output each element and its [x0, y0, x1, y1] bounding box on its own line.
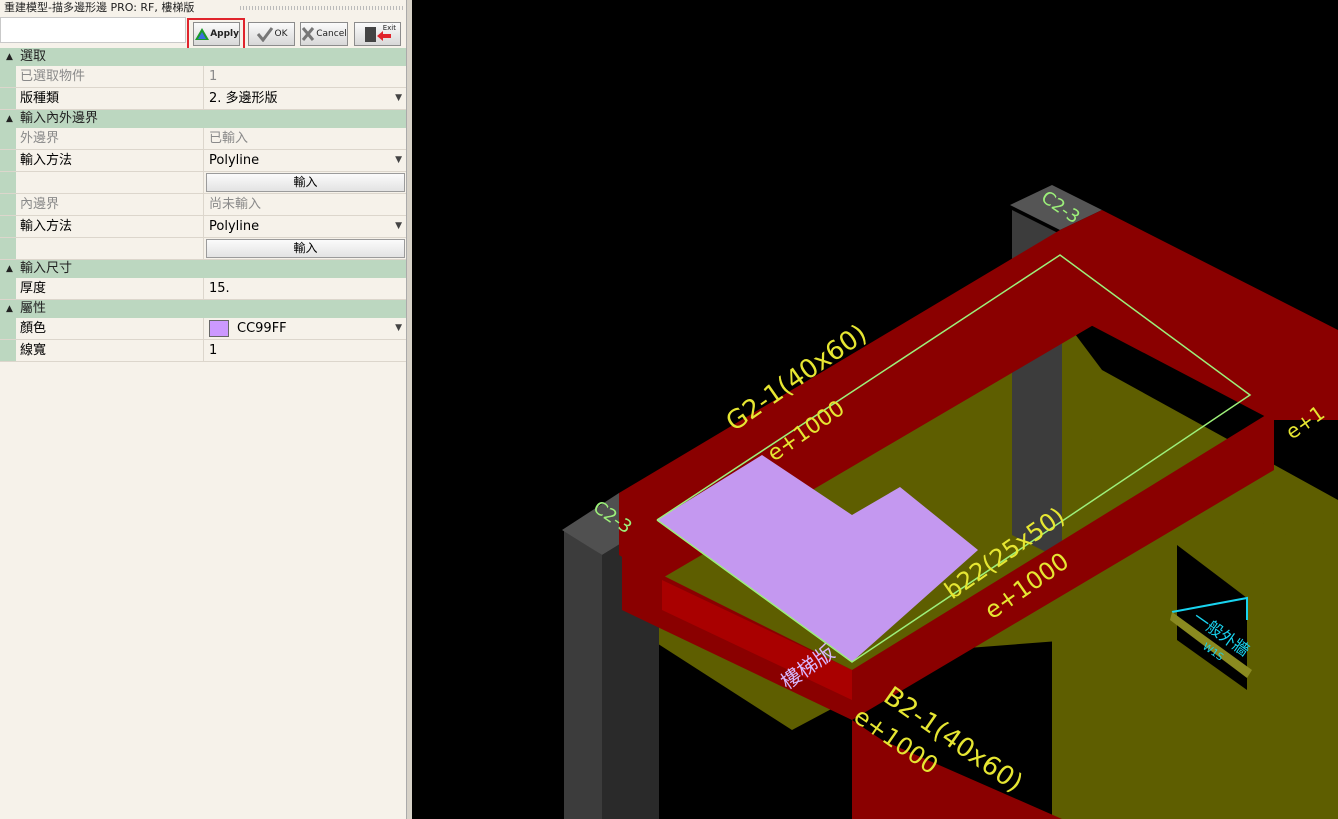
category-label: 屬性 — [20, 301, 47, 316]
model-canvas[interactable]: G2-1(40x60) e+1000 b22(25x50) e+1000 B2-… — [412, 0, 1338, 819]
color-value: CC99FF — [237, 321, 287, 336]
apply-button[interactable]: Apply — [193, 22, 240, 46]
property-value: 已輸入 — [209, 131, 249, 146]
exit-label: Exit — [382, 24, 396, 32]
row-color[interactable]: 顏色 CC99FF ▼ — [0, 318, 406, 340]
row-linewidth[interactable]: 線寬 1 — [0, 340, 406, 362]
outer-input-button[interactable]: 輸入 — [206, 173, 405, 192]
title-grip[interactable] — [240, 6, 403, 10]
property-name: 線寬 — [16, 340, 204, 361]
category-select[interactable]: ▲ 選取 — [0, 48, 406, 66]
category-boundary[interactable]: ▲ 輸入內外邊界 — [0, 110, 406, 128]
color-swatch — [209, 320, 229, 337]
category-label: 選取 — [20, 49, 47, 64]
apply-icon — [195, 28, 209, 40]
category-size[interactable]: ▲ 輸入尺寸 — [0, 260, 406, 278]
dropdown-arrow-icon[interactable]: ▼ — [395, 216, 402, 237]
property-grid: ▲ 選取 已選取物件 1 版種類 2. 多邊形版 ▼ ▲ 輸入內外邊界 外邊界 已… — [0, 48, 406, 362]
dropdown-arrow-icon[interactable]: ▼ — [395, 88, 402, 109]
inner-method-select[interactable]: Polyline ▼ — [205, 216, 406, 237]
row-selected-count: 已選取物件 1 — [0, 66, 406, 88]
cancel-x-icon — [302, 27, 315, 41]
property-value: 1 — [209, 69, 218, 84]
cancel-label: Cancel — [316, 29, 347, 39]
cancel-button[interactable]: Cancel — [300, 22, 348, 46]
property-panel: 重建模型-描多邊形邊 PRO: RF, 樓梯版 Apply OK Cancel … — [0, 0, 412, 819]
ok-button[interactable]: OK — [248, 22, 295, 46]
row-slab-type[interactable]: 版種類 2. 多邊形版 ▼ — [0, 88, 406, 110]
property-name-empty — [16, 172, 204, 193]
row-outer-input: 輸入 — [0, 172, 406, 194]
outer-method-select[interactable]: Polyline ▼ — [205, 150, 406, 171]
dropdown-arrow-icon[interactable]: ▼ — [395, 150, 402, 171]
slab-type-value: 2. 多邊形版 — [209, 91, 278, 106]
exit-button[interactable]: Exit — [354, 22, 401, 46]
command-input[interactable] — [0, 17, 186, 43]
property-name-empty — [16, 238, 204, 259]
inner-method-value: Polyline — [209, 219, 260, 234]
property-name: 已選取物件 — [16, 66, 204, 87]
category-label: 輸入內外邊界 — [20, 111, 99, 126]
3d-viewport[interactable]: G2-1(40x60) e+1000 b22(25x50) e+1000 B2-… — [412, 0, 1338, 819]
linewidth-field[interactable]: 1 — [205, 340, 406, 361]
dropdown-arrow-icon[interactable]: ▼ — [395, 318, 402, 339]
apply-label: Apply — [210, 29, 239, 39]
property-name: 顏色 — [16, 318, 204, 339]
slab-type-select[interactable]: 2. 多邊形版 ▼ — [205, 88, 406, 109]
property-name: 版種類 — [16, 88, 204, 109]
column-left — [564, 530, 602, 819]
property-name: 輸入方法 — [16, 216, 204, 237]
panel-title-bar: 重建模型-描多邊形邊 PRO: RF, 樓梯版 — [0, 0, 411, 16]
inner-input-button[interactable]: 輸入 — [206, 239, 405, 258]
color-select[interactable]: CC99FF ▼ — [205, 318, 406, 339]
collapse-icon[interactable]: ▲ — [6, 260, 13, 278]
category-label: 輸入尺寸 — [20, 261, 73, 276]
collapse-icon[interactable]: ▲ — [6, 110, 13, 128]
thickness-field[interactable]: 15. — [205, 278, 406, 299]
row-inner-input: 輸入 — [0, 238, 406, 260]
collapse-icon[interactable]: ▲ — [6, 48, 13, 66]
row-outer-method[interactable]: 輸入方法 Polyline ▼ — [0, 150, 406, 172]
row-inner-boundary: 內邊界 尚未輸入 — [0, 194, 406, 216]
outer-method-value: Polyline — [209, 153, 260, 168]
property-name: 外邊界 — [16, 128, 204, 149]
check-icon — [256, 27, 273, 42]
row-thickness[interactable]: 厚度 15. — [0, 278, 406, 300]
category-attributes[interactable]: ▲ 屬性 — [0, 300, 406, 318]
property-name: 輸入方法 — [16, 150, 204, 171]
ok-label: OK — [274, 29, 288, 39]
panel-title: 重建模型-描多邊形邊 PRO: RF, 樓梯版 — [0, 1, 199, 14]
row-inner-method[interactable]: 輸入方法 Polyline ▼ — [0, 216, 406, 238]
property-name: 內邊界 — [16, 194, 204, 215]
property-name: 厚度 — [16, 278, 204, 299]
collapse-icon[interactable]: ▲ — [6, 300, 13, 318]
property-value: 尚未輸入 — [209, 197, 262, 212]
row-outer-boundary: 外邊界 已輸入 — [0, 128, 406, 150]
